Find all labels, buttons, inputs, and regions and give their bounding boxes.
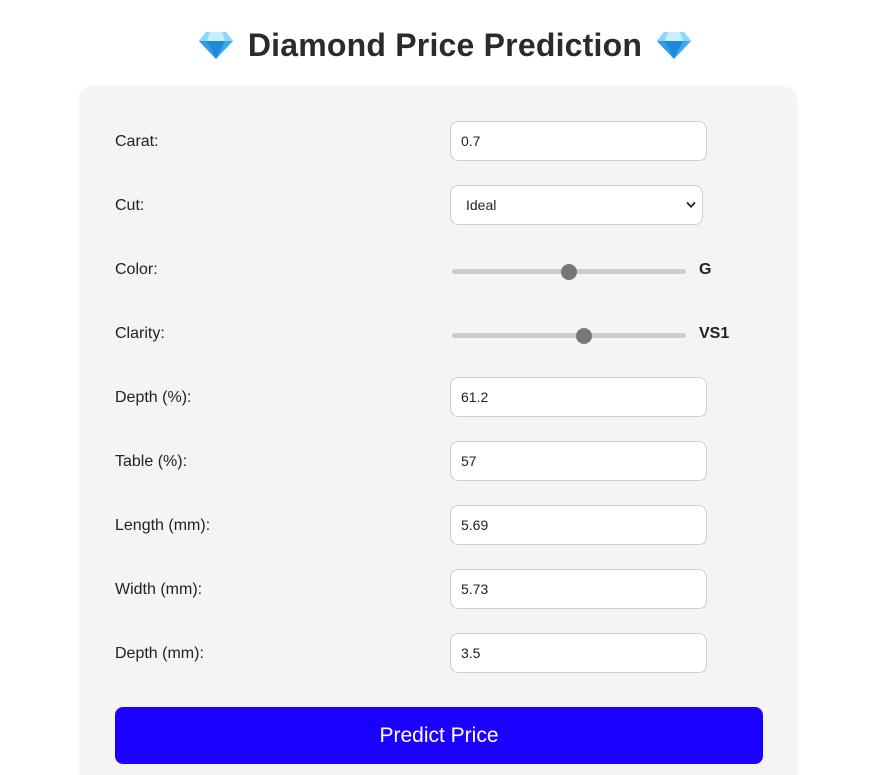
table-pct-input[interactable]: 57 [450, 441, 707, 481]
length-mm-input[interactable]: 5.69 [450, 505, 707, 545]
predict-price-button[interactable]: Predict Price [115, 707, 763, 764]
carat-label: Carat: [115, 133, 159, 150]
slider-thumb[interactable] [561, 264, 577, 280]
clarity-row: Clarity: VS1 [115, 313, 763, 355]
clarity-value: VS1 [699, 325, 730, 342]
clarity-slider[interactable] [452, 328, 686, 344]
page-title: Diamond Price Prediction [247, 26, 643, 63]
depth-pct-input[interactable]: 61.2 [450, 377, 707, 417]
cut-selected-value: Ideal [466, 197, 497, 213]
color-label: Color: [115, 261, 158, 278]
color-row: Color: G [115, 249, 763, 291]
page: Diamond Price Prediction Carat: 0.7 Cut:… [0, 0, 890, 775]
depth-mm-input[interactable]: 3.5 [450, 633, 707, 673]
cut-label: Cut: [115, 197, 145, 214]
width-mm-input[interactable]: 5.73 [450, 569, 707, 609]
color-slider[interactable] [452, 264, 686, 280]
width-mm-row: Width (mm): 5.73 [115, 569, 763, 611]
table-pct-row: Table (%): 57 [115, 441, 763, 483]
table-pct-label: Table (%): [115, 453, 188, 470]
chevron-down-icon [686, 202, 696, 208]
depth-mm-row: Depth (mm): 3.5 [115, 633, 763, 675]
slider-track [452, 333, 686, 338]
diamond-icon [198, 32, 233, 59]
depth-pct-label: Depth (%): [115, 389, 192, 406]
length-mm-row: Length (mm): 5.69 [115, 505, 763, 547]
prediction-form-card: Carat: 0.7 Cut: Ideal Color: G Clarity: [80, 86, 796, 775]
carat-row: Carat: 0.7 [115, 121, 763, 163]
page-header: Diamond Price Prediction [0, 22, 890, 68]
depth-mm-label: Depth (mm): [115, 645, 204, 662]
color-value: G [699, 261, 712, 278]
length-mm-label: Length (mm): [115, 517, 211, 534]
slider-thumb[interactable] [576, 328, 593, 344]
depth-pct-row: Depth (%): 61.2 [115, 377, 763, 419]
carat-input[interactable]: 0.7 [450, 121, 707, 161]
width-mm-label: Width (mm): [115, 581, 203, 598]
diamond-icon [657, 32, 692, 59]
cut-select[interactable]: Ideal [450, 185, 703, 225]
clarity-label: Clarity: [115, 325, 165, 342]
cut-row: Cut: Ideal [115, 185, 763, 227]
